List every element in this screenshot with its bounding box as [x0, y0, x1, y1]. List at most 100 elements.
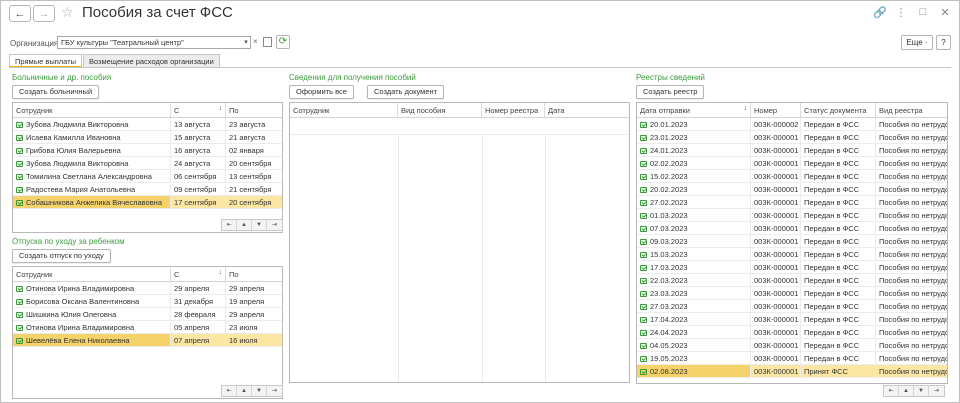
close-icon[interactable]: ✕	[939, 6, 951, 19]
send-all-button[interactable]: Оформить все	[289, 85, 354, 99]
table-row[interactable]: 02.08.2023 003К-000001 Принят ФСС Пособия п…	[637, 365, 947, 378]
table-row[interactable]: Исаева Камилла Ивановна 15 августа 21 авгу…	[13, 131, 282, 144]
table-row[interactable]: Радостева Мария Анатольевна 09 сентября 21…	[13, 183, 282, 196]
column-header[interactable]: Статус документа	[801, 103, 876, 117]
table-cell: Передан в ФСС	[801, 183, 876, 195]
column-header[interactable]: Номер реестра	[482, 103, 545, 117]
last-page-icon[interactable]: ⇥	[929, 386, 944, 396]
table-row[interactable]: Отинова Ирина Владимировна 29 апреля 29 ап…	[13, 282, 282, 295]
table-row[interactable]: 20.02.2023 003К-000001 Передан в ФСС Пособи…	[637, 183, 947, 196]
table-row[interactable]: Шишкина Юлия Олеговна 28 февраля 29 апреля	[13, 308, 282, 321]
cell-text: Передан в ФСС	[804, 289, 860, 298]
column-header[interactable]: По	[226, 267, 282, 281]
table-row[interactable]: Шевелёва Елена Николаевна 07 апреля 16 июл…	[13, 334, 282, 347]
window-controls: 🔗 ⋮ □ ✕	[873, 6, 951, 19]
table-cell: Пособия по нетрудо...	[876, 365, 947, 377]
last-page-icon[interactable]: ⇥	[267, 220, 282, 230]
table-cell: Пособия по нетрудо...	[876, 209, 947, 221]
table-row[interactable]: Зубова Людмила Викторовна 13 августа 23 ав…	[13, 118, 282, 131]
table-cell: 003К-000001	[751, 287, 801, 299]
create-vacation-button[interactable]: Создать отпуск по уходу	[12, 249, 111, 263]
link-icon[interactable]: 🔗	[873, 6, 887, 19]
table-cell: Радостева Мария Анатольевна	[13, 183, 171, 195]
favorite-star-icon[interactable]: ☆	[61, 4, 74, 21]
table-row[interactable]: 22.03.2023 003К-000001 Передан в ФСС Пособи…	[637, 274, 947, 287]
column-header[interactable]: По	[226, 103, 282, 117]
table-cell: Пособия по нетрудо...	[876, 170, 947, 182]
document-icon	[16, 174, 23, 180]
tab-direct-payments[interactable]: Прямые выплаты	[9, 54, 82, 68]
prev-page-icon[interactable]: ▲	[237, 220, 252, 230]
column-header-label: С	[174, 270, 180, 279]
table-row[interactable]: Зубова Людмила Викторовна 24 августа 20 се…	[13, 157, 282, 170]
table-row[interactable]: 23.01.2023 003К-000001 Передан в ФСС Пособи…	[637, 131, 947, 144]
column-header[interactable]: Дата отправки ↓	[637, 103, 751, 117]
column-header[interactable]: Сотрудник	[290, 103, 398, 117]
table-row[interactable]: 24.01.2023 003К-000001 Передан в ФСС Пособи…	[637, 144, 947, 157]
create-sick-leave-button[interactable]: Создать больничный	[12, 85, 100, 99]
table-row[interactable]: 19.05.2023 003К-000001 Передан в ФСС Пособи…	[637, 352, 947, 365]
last-page-icon[interactable]: ⇥	[267, 386, 282, 396]
cell-text: Исаева Камилла Ивановна	[26, 133, 121, 142]
table-cell: 23.03.2023	[637, 287, 751, 299]
column-header[interactable]: Вид реестра	[876, 103, 947, 117]
more-menu-icon[interactable]: ⋮	[895, 6, 907, 19]
table-row[interactable]: 07.03.2023 003К-000001 Передан в ФСС Пособи…	[637, 222, 947, 235]
next-page-icon[interactable]: ▼	[252, 220, 267, 230]
column-header[interactable]: Сотрудник	[13, 103, 171, 117]
first-page-icon[interactable]: ⇤	[222, 220, 237, 230]
chevron-down-icon[interactable]: ▾	[241, 36, 251, 49]
table-row[interactable]: 17.04.2023 003К-000001 Передан в ФСС Пособи…	[637, 313, 947, 326]
maximize-icon[interactable]: □	[917, 6, 929, 19]
table-row[interactable]: 01.03.2023 003К-000001 Передан в ФСС Пособи…	[637, 209, 947, 222]
tab-reimbursement[interactable]: Возмещение расходов организации	[83, 54, 220, 68]
open-icon[interactable]	[263, 37, 272, 47]
forward-button[interactable]: →	[33, 5, 55, 22]
back-button[interactable]: ←	[9, 5, 31, 22]
prev-page-icon[interactable]: ▲	[899, 386, 914, 396]
first-page-icon[interactable]: ⇤	[884, 386, 899, 396]
next-page-icon[interactable]: ▼	[252, 386, 267, 396]
cell-text: Передан в ФСС	[804, 120, 860, 129]
table-row[interactable]: 04.05.2023 003К-000001 Передан в ФСС Пособи…	[637, 339, 947, 352]
create-register-button[interactable]: Создать реестр	[636, 85, 705, 99]
table-row[interactable]: Борисова Оксана Валентиновна 31 декабря 19…	[13, 295, 282, 308]
column-header[interactable]: С ↓	[171, 103, 226, 117]
prev-page-icon[interactable]: ▲	[237, 386, 252, 396]
cell-text: 19.05.2023	[650, 354, 688, 363]
cell-text: Пособия по нетрудо...	[879, 237, 947, 246]
table-cell: 07.03.2023	[637, 222, 751, 234]
table-row[interactable]: Отинова Ирина Владимировна 05 апреля 23 ию…	[13, 321, 282, 334]
table-row[interactable]: 24.04.2023 003К-000001 Передан в ФСС Пособи…	[637, 326, 947, 339]
create-document-button[interactable]: Создать документ	[367, 85, 445, 99]
org-input[interactable]: ГБУ культуры "Театральный центр"	[57, 36, 251, 49]
table-row[interactable]: Томилина Светлана Александровна 06 сентяб…	[13, 170, 282, 183]
column-header[interactable]: Сотрудник	[13, 267, 171, 281]
column-header[interactable]: Дата	[545, 103, 629, 117]
next-page-icon[interactable]: ▼	[914, 386, 929, 396]
column-header[interactable]: Номер	[751, 103, 801, 117]
table-row[interactable]: 27.02.2023 003К-000001 Передан в ФСС Пособи…	[637, 196, 947, 209]
table-row[interactable]: Грибова Юлия Валерьевна 16 августа 02 янва…	[13, 144, 282, 157]
table-row[interactable]: 23.03.2023 003К-000001 Передан в ФСС Пособи…	[637, 287, 947, 300]
column-header[interactable]: С ↓	[171, 267, 226, 281]
clear-icon[interactable]: ×	[253, 37, 258, 46]
column-header[interactable]: Вид пособия	[398, 103, 482, 117]
table-row[interactable]: 09.03.2023 003К-000001 Передан в ФСС Пособи…	[637, 235, 947, 248]
refresh-button[interactable]: ⟳	[276, 35, 290, 49]
cell-text: Собашникова Анжелика Вячеславовна	[26, 198, 162, 207]
table-row[interactable]: 02.02.2023 003К-000001 Передан в ФСС Пособи…	[637, 157, 947, 170]
first-page-icon[interactable]: ⇤	[222, 386, 237, 396]
table-cell: Пособия по нетрудо...	[876, 300, 947, 312]
table-row[interactable]: Собашникова Анжелика Вячеславовна 17 сент…	[13, 196, 282, 209]
table-row[interactable]: 17.03.2023 003К-000001 Передан в ФСС Пособи…	[637, 261, 947, 274]
table-row[interactable]: 20.01.2023 003К-000002 Передан в ФСС Пособи…	[637, 118, 947, 131]
table-cell: 13 августа	[171, 118, 226, 130]
table-row[interactable]: 15.02.2023 003К-000001 Передан в ФСС Пособи…	[637, 170, 947, 183]
document-icon	[640, 187, 647, 193]
table-row[interactable]: 15.03.2023 003К-000001 Передан в ФСС Пособи…	[637, 248, 947, 261]
help-button[interactable]: ?	[936, 35, 951, 50]
more-button[interactable]: Еще ·	[901, 35, 933, 50]
cell-text: Передан в ФСС	[804, 328, 860, 337]
table-row[interactable]: 27.03.2023 003К-000001 Передан в ФСС Пособи…	[637, 300, 947, 313]
